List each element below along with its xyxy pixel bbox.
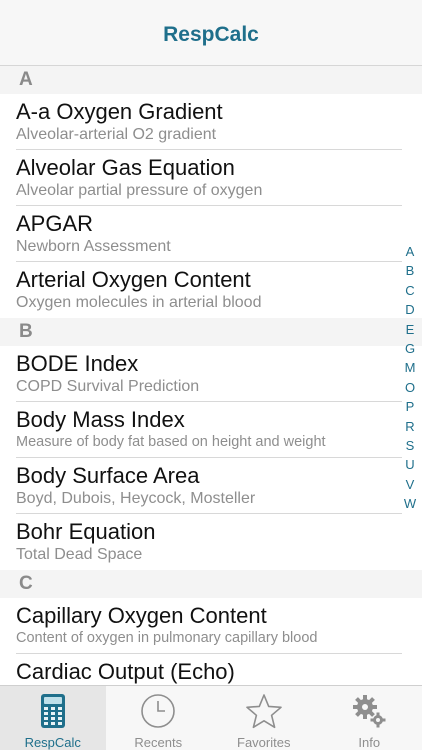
list-item-subtitle: Alveolar-arterial O2 gradient <box>16 126 217 143</box>
list-item-a-a-oxygen-gradient[interactable]: A-a Oxygen Gradient Alveolar-arterial O2… <box>0 94 422 150</box>
index-letter-m[interactable]: M <box>405 358 416 377</box>
index-letter-w[interactable]: W <box>404 494 416 513</box>
list-item-subtitle: Measure of body fat based on height and … <box>16 434 326 450</box>
index-letter-o[interactable]: O <box>405 378 415 397</box>
section-index[interactable]: A B C D E G M O P R S U V W <box>402 242 418 514</box>
list-item-subtitle: Total Dead Space <box>16 546 143 563</box>
index-letter-c[interactable]: C <box>405 281 414 300</box>
list-item-title: Arterial Oxygen Content <box>16 267 251 292</box>
index-letter-s[interactable]: S <box>406 436 415 455</box>
index-letter-g[interactable]: G <box>405 339 415 358</box>
tab-bar: RespCalc Recents Favorites Info <box>0 685 422 750</box>
list-item-body-mass-index[interactable]: Body Mass Index Measure of body fat base… <box>0 402 422 458</box>
index-letter-v[interactable]: V <box>406 475 415 494</box>
index-letter-r[interactable]: R <box>405 417 414 436</box>
list-item-title: Alveolar Gas Equation <box>16 155 235 180</box>
list-item-capillary-oxygen-content[interactable]: Capillary Oxygen Content Content of oxyg… <box>0 598 422 654</box>
tab-label: RespCalc <box>24 735 81 750</box>
list-item-title: Bohr Equation <box>16 519 156 544</box>
list-item-subtitle: Boyd, Dubois, Heycock, Mosteller <box>16 490 256 507</box>
list-item-title: APGAR <box>16 211 94 236</box>
list-item-title: Body Mass Index <box>16 407 185 432</box>
tab-recents[interactable]: Recents <box>106 686 212 750</box>
star-icon <box>245 692 283 730</box>
index-letter-b[interactable]: B <box>406 261 415 280</box>
tab-favorites[interactable]: Favorites <box>211 686 317 750</box>
tab-respcalc[interactable]: RespCalc <box>0 686 106 750</box>
list-item-title: Capillary Oxygen Content <box>16 603 267 628</box>
tab-label: Info <box>358 735 381 750</box>
list-item-subtitle: Content of oxygen in pulmonary capillary… <box>16 630 318 646</box>
navigation-bar: RespCalc <box>0 0 422 66</box>
section-header-b: B <box>0 318 422 346</box>
gears-icon <box>350 692 388 730</box>
list-item-bode-index[interactable]: BODE Index COPD Survival Prediction <box>0 346 422 402</box>
index-letter-e[interactable]: E <box>406 320 415 339</box>
index-letter-u[interactable]: U <box>405 455 414 474</box>
index-letter-p[interactable]: P <box>406 397 415 416</box>
page-title: RespCalc <box>163 22 259 46</box>
index-letter-d[interactable]: D <box>405 300 414 319</box>
tab-info[interactable]: Info <box>317 686 422 750</box>
section-header-c: C <box>0 570 422 598</box>
list-item-arterial-oxygen-content[interactable]: Arterial Oxygen Content Oxygen molecules… <box>0 262 422 318</box>
calculator-list[interactable]: A A-a Oxygen Gradient Alveolar-arterial … <box>0 66 422 685</box>
list-item-cardiac-output-echo[interactable]: Cardiac Output (Echo) <box>0 654 422 685</box>
list-item-subtitle: Oxygen molecules in arterial blood <box>16 294 262 311</box>
list-item-title: A-a Oxygen Gradient <box>16 99 223 124</box>
list-item-title: Cardiac Output (Echo) <box>16 659 235 684</box>
tab-label: Favorites <box>237 735 291 750</box>
index-letter-a[interactable]: A <box>406 242 415 261</box>
list-item-body-surface-area[interactable]: Body Surface Area Boyd, Dubois, Heycock,… <box>0 458 422 514</box>
list-item-title: BODE Index <box>16 351 139 376</box>
list-item-apgar[interactable]: APGAR Newborn Assessment <box>0 206 422 262</box>
list-item-bohr-equation[interactable]: Bohr Equation Total Dead Space <box>0 514 422 570</box>
list-item-alveolar-gas-equation[interactable]: Alveolar Gas Equation Alveolar partial p… <box>0 150 422 206</box>
list-item-subtitle: Newborn Assessment <box>16 238 171 255</box>
list-item-subtitle: Alveolar partial pressure of oxygen <box>16 182 263 199</box>
list-item-subtitle: COPD Survival Prediction <box>16 378 200 395</box>
list-item-title: Body Surface Area <box>16 463 200 488</box>
tab-label: Recents <box>134 735 183 750</box>
calculator-icon <box>34 692 72 730</box>
clock-icon <box>139 692 177 730</box>
section-header-a: A <box>0 66 422 94</box>
